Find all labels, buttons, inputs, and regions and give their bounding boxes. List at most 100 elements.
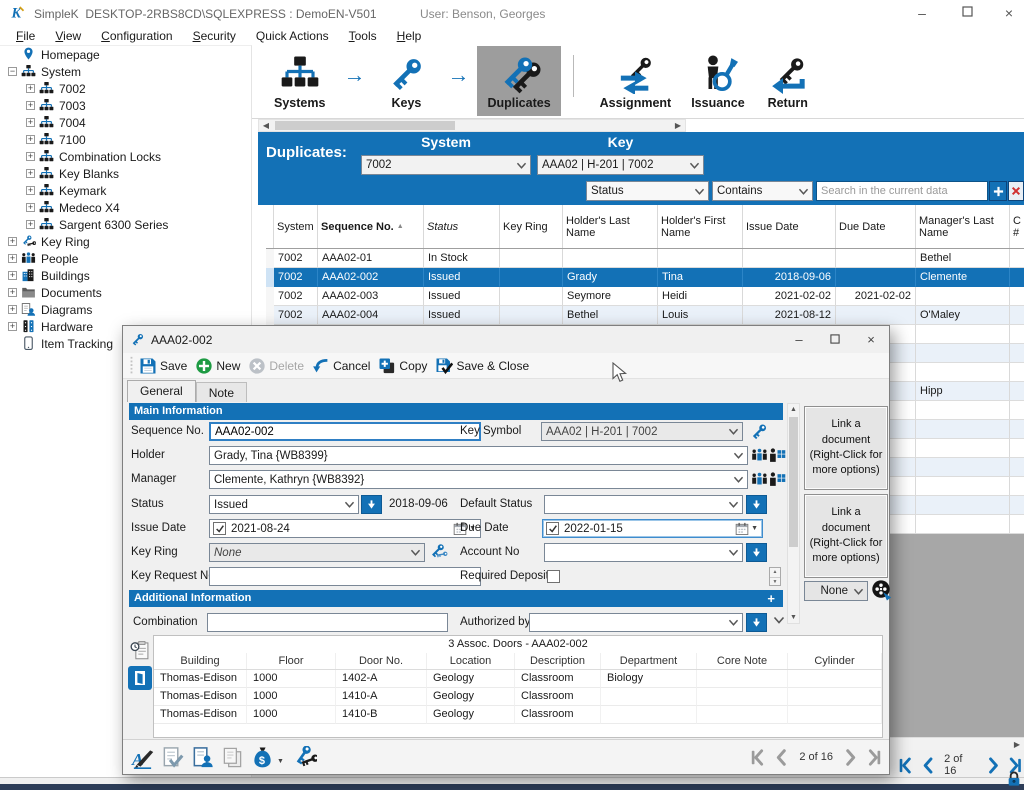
doors-column-header-department[interactable]: Department: [601, 653, 697, 669]
search-input[interactable]: [817, 182, 987, 200]
grid-column-header-sequence-no[interactable]: Sequence No. ▲: [318, 205, 424, 248]
signature-pen-icon[interactable]: A: [131, 746, 154, 769]
chevron-down-icon[interactable]: [773, 615, 785, 625]
keys-pair-icon[interactable]: [290, 745, 317, 769]
due-date-field[interactable]: 2022-01-15 ▼: [542, 519, 763, 538]
horizontal-scrollbar[interactable]: ◀ ▶: [258, 119, 686, 132]
default-status-apply-button[interactable]: [746, 495, 767, 514]
maximize-button[interactable]: [950, 0, 984, 26]
person-select-icon[interactable]: [769, 446, 786, 465]
expand-icon[interactable]: +: [8, 305, 17, 314]
sidebar-item-buildings[interactable]: + Buildings: [0, 267, 251, 284]
required-deposit-checkbox[interactable]: [547, 570, 560, 583]
expand-icon[interactable]: +: [8, 237, 17, 246]
grid-row[interactable]: 7002 AAA02-003 Issued Seymore Heidi 2021-02-0…: [266, 287, 1024, 306]
combination-input-field[interactable]: [208, 614, 447, 631]
status-history-button[interactable]: [361, 495, 382, 514]
doors-row[interactable]: Thomas-Edison 1000 1402-A Geology Classroom B…: [154, 670, 882, 688]
scroll-down-icon[interactable]: ▼: [790, 612, 797, 623]
money-bag-icon[interactable]: $: [251, 746, 274, 769]
sidebar-item-people[interactable]: + People: [0, 250, 251, 267]
sidebar-item-key-ring[interactable]: + Key Ring: [0, 233, 251, 250]
clear-filter-button[interactable]: [1008, 181, 1024, 201]
expand-icon[interactable]: +: [8, 288, 17, 297]
account-no-apply-button[interactable]: [746, 543, 767, 562]
key-ring-filter-icon[interactable]: [429, 542, 449, 562]
sequence-no-input-field[interactable]: [211, 424, 479, 440]
expand-icon[interactable]: +: [26, 186, 35, 195]
sidebar-item-key-blanks[interactable]: + Key Blanks: [0, 165, 251, 182]
key-tool-icon[interactable]: [749, 422, 769, 441]
menu-tools[interactable]: Tools: [339, 27, 387, 45]
doors-column-header-location[interactable]: Location: [427, 653, 515, 669]
menu-help[interactable]: Help: [387, 27, 432, 45]
menu-file[interactable]: File: [6, 27, 45, 45]
doors-column-header-building[interactable]: Building: [154, 653, 247, 669]
key-ring-select[interactable]: None: [209, 543, 425, 562]
sidebar-item-sargent-6300-series[interactable]: + Sargent 6300 Series: [0, 216, 251, 233]
collapse-icon[interactable]: −: [8, 67, 17, 76]
authorized-by-select[interactable]: [529, 613, 743, 632]
last-record-icon[interactable]: [864, 748, 883, 767]
grid-column-header-c[interactable]: C #: [1010, 205, 1024, 248]
doors-column-header-cylinder[interactable]: Cylinder: [788, 653, 882, 669]
expand-icon[interactable]: +: [26, 152, 35, 161]
expand-icon[interactable]: +: [26, 135, 35, 144]
search-field-select[interactable]: Status: [586, 181, 709, 201]
doors-column-header-door-no[interactable]: Door No.: [336, 653, 427, 669]
doors-column-header-description[interactable]: Description: [515, 653, 601, 669]
grid-row[interactable]: 7002 AAA02-004 Issued Bethel Louis 2021-08-12…: [266, 306, 1024, 325]
match-mode-select[interactable]: Contains: [712, 181, 813, 201]
doors-row[interactable]: Thomas-Edison 1000 1410-B Geology Classroom: [154, 706, 882, 724]
sidebar-item-7100[interactable]: +7100: [0, 131, 251, 148]
key-request-no-input-field[interactable]: [210, 568, 480, 585]
film-reel-icon[interactable]: [870, 577, 892, 603]
menu-security[interactable]: Security: [183, 27, 246, 45]
default-status-select[interactable]: [544, 495, 743, 514]
dialog-maximize-button[interactable]: [817, 327, 853, 353]
document-check-icon[interactable]: [161, 746, 184, 769]
manager-select[interactable]: Clemente, Kathryn {WB8392}: [209, 470, 748, 489]
dialog-vertical-scrollbar[interactable]: ▲ ▼: [787, 403, 800, 624]
expand-icon[interactable]: +: [8, 322, 17, 331]
sidebar-item-7003[interactable]: +7003: [0, 97, 251, 114]
grid-column-header-holder-s-first-name[interactable]: Holder's First Name: [658, 205, 743, 248]
printer-select[interactable]: None: [804, 581, 868, 601]
doors-column-header-floor[interactable]: Floor: [247, 653, 336, 669]
next-record-icon[interactable]: [984, 756, 1003, 775]
close-button[interactable]: ×: [992, 0, 1024, 26]
sidebar-item-7004[interactable]: +7004: [0, 114, 251, 131]
grid-column-header-due-date[interactable]: Due Date: [836, 205, 916, 248]
grid-column-header-key-ring[interactable]: Key Ring: [500, 205, 563, 248]
due-date-checkbox[interactable]: [546, 522, 559, 535]
copy-button[interactable]: Copy: [378, 357, 427, 375]
add-filter-button[interactable]: [989, 181, 1007, 201]
first-record-icon[interactable]: [749, 748, 768, 767]
previous-record-icon[interactable]: [772, 748, 791, 767]
expand-icon[interactable]: +: [26, 169, 35, 178]
required-deposit-spinner[interactable]: ▲ ▼: [769, 567, 781, 586]
sidebar-item-diagrams[interactable]: + Diagrams: [0, 301, 251, 318]
doors-column-header-core-note[interactable]: Core Note: [697, 653, 788, 669]
workflow-return-button[interactable]: Return: [755, 46, 821, 116]
menu-view[interactable]: View: [45, 27, 91, 45]
expand-icon[interactable]: +: [26, 84, 35, 93]
cancel-button[interactable]: Cancel: [312, 357, 370, 375]
dialog-minimize-button[interactable]: –: [781, 327, 817, 353]
document-person-icon[interactable]: [191, 746, 214, 769]
sidebar-item-7002[interactable]: +7002: [0, 80, 251, 97]
workflow-issuance-button[interactable]: Issuance: [681, 46, 755, 116]
holder-select[interactable]: Grady, Tina {WB8399}: [209, 446, 748, 465]
system-select[interactable]: 7002: [361, 155, 531, 175]
scrollbar-thumb[interactable]: [789, 417, 798, 547]
grid-column-header-holder-s-last-name[interactable]: Holder's Last Name: [563, 205, 658, 248]
workflow-duplicates-button[interactable]: Duplicates: [477, 46, 561, 116]
grid-column-header-system[interactable]: System: [274, 205, 318, 248]
expand-section-button[interactable]: +: [767, 590, 775, 607]
menu-configuration[interactable]: Configuration: [91, 27, 182, 45]
sidebar-item-documents[interactable]: + Documents: [0, 284, 251, 301]
history-clipboard-icon[interactable]: [130, 639, 150, 661]
expand-icon[interactable]: +: [26, 220, 35, 229]
expand-icon[interactable]: +: [8, 271, 17, 280]
issue-date-checkbox[interactable]: [213, 522, 226, 535]
